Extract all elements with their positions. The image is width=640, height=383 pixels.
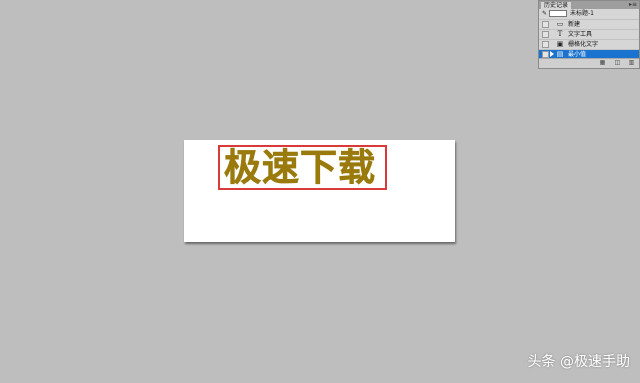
snapshot-thumbnail — [549, 10, 567, 17]
current-state-pointer-icon — [550, 51, 554, 57]
watermark: 头条 @极速手助 — [527, 354, 630, 370]
history-brush-source-checkbox[interactable] — [542, 41, 549, 48]
document-canvas[interactable]: 极速下载 — [184, 140, 455, 242]
history-brush-icon[interactable]: ✎ — [542, 11, 548, 17]
history-panel-footer: ▦ ◫ ▥ — [539, 58, 639, 68]
panel-menu-icon[interactable]: ▸≡ — [629, 2, 637, 8]
history-brush-source-checkbox[interactable] — [542, 51, 549, 58]
type-tool-icon: T — [557, 30, 563, 38]
rasterize-icon: ▣ — [556, 40, 564, 48]
history-item-rasterize[interactable]: ▣ 栅格化文字 — [539, 39, 639, 49]
history-item-label: 栅格化文字 — [568, 41, 599, 48]
delete-icon[interactable]: ▥ — [628, 60, 635, 66]
panel-tab-bar: 历史记录 ▸≡ — [539, 1, 639, 9]
snapshot-row[interactable]: ✎ 未标题-1 — [539, 9, 639, 19]
snapshot-label: 未标题-1 — [570, 10, 594, 17]
history-item-label: 新建 — [568, 21, 581, 28]
history-item-label: 文字工具 — [568, 31, 593, 38]
headline-text: 极速下载 — [224, 146, 376, 190]
history-list: ▭ 新建 T 文字工具 ▣ 栅格化文字 ▤ 最小值 — [539, 19, 639, 59]
history-brush-source-checkbox[interactable] — [542, 21, 549, 28]
history-brush-source-checkbox[interactable] — [542, 31, 549, 38]
history-item-type-tool[interactable]: T 文字工具 — [539, 29, 639, 39]
tab-history[interactable]: 历史记录 — [541, 2, 572, 9]
new-document-from-state-icon[interactable]: ▦ — [599, 60, 606, 66]
new-document-icon: ▭ — [556, 20, 564, 28]
new-snapshot-icon[interactable]: ◫ — [614, 60, 621, 66]
history-panel: 历史记录 ▸≡ ✎ 未标题-1 ▭ 新建 T 文字工具 ▣ 栅格化文字 ▤ 最小… — [538, 0, 640, 69]
history-item-new[interactable]: ▭ 新建 — [539, 19, 639, 29]
